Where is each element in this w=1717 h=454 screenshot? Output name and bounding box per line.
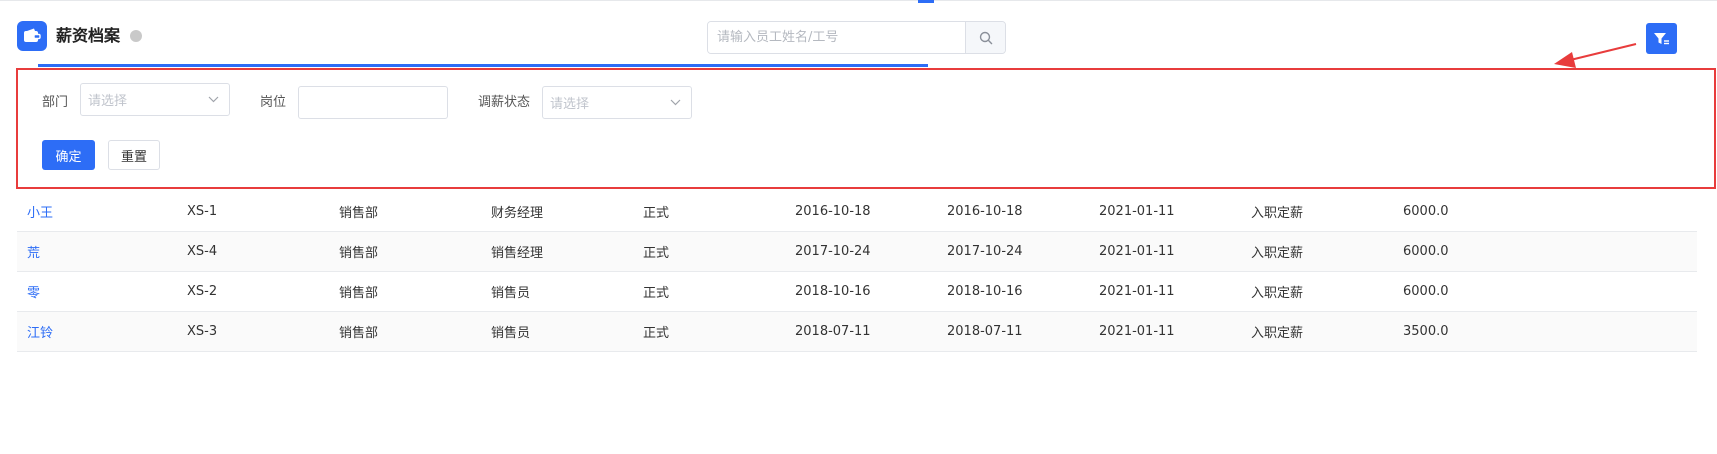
salary-archive-page: 薪资档案 部门 请选择 岗位 调薪状态 请选择 (0, 0, 1717, 454)
employment-type-cell: 正式 (643, 206, 670, 221)
salary-table: 小王 XS-1 销售部 财务经理 正式 2016-10-18 2016-10-18 2021-… (17, 192, 1697, 352)
search-button[interactable] (965, 22, 1005, 53)
status-dot-icon (130, 30, 142, 42)
confirm-button[interactable]: 确定 (42, 140, 95, 170)
adjust-status-select[interactable]: 请选择 (542, 86, 692, 119)
title-underline (38, 64, 928, 67)
hire-date-cell: 2018-10-16 (795, 284, 871, 299)
chevron-down-icon (208, 96, 219, 103)
position-cell: 销售经理 (491, 246, 544, 261)
hire-date-cell: 2017-10-24 (795, 244, 871, 259)
employee-name-link[interactable]: 荒 (17, 242, 177, 261)
annotation-arrow-icon (1554, 43, 1637, 68)
adjust-type-cell: 入职定薪 (1251, 206, 1304, 221)
adjust-status-select-placeholder: 请选择 (550, 97, 590, 112)
adjust-type-cell: 入职定薪 (1251, 286, 1304, 301)
position-input[interactable] (298, 86, 448, 119)
department-cell: 销售部 (339, 246, 379, 261)
adjust-type-cell: 入职定薪 (1251, 246, 1304, 261)
regular-date-cell: 2018-10-16 (947, 284, 1023, 299)
wallet-icon (17, 21, 47, 51)
department-cell: 销售部 (339, 326, 379, 341)
search-input[interactable] (708, 22, 965, 53)
table-row: 零 XS-2 销售部 销售员 正式 2018-10-16 2018-10-16 2021-01… (17, 272, 1697, 312)
employee-id-cell: XS-3 (187, 324, 218, 339)
annotation-highlight-box (16, 68, 1716, 189)
employee-id-cell: XS-2 (187, 284, 218, 299)
department-select[interactable]: 请选择 (80, 83, 230, 116)
filter-toggle-button[interactable] (1646, 23, 1677, 54)
employee-name-link[interactable]: 零 (17, 282, 177, 301)
reset-button[interactable]: 重置 (108, 140, 160, 170)
adjust-date-cell: 2021-01-11 (1099, 204, 1175, 219)
employment-type-cell: 正式 (643, 246, 670, 261)
department-select-placeholder: 请选择 (88, 94, 128, 109)
employee-name-link[interactable]: 小王 (17, 202, 177, 221)
employee-name-link[interactable]: 江铃 (17, 322, 177, 341)
regular-date-cell: 2016-10-18 (947, 204, 1023, 219)
regular-date-cell: 2017-10-24 (947, 244, 1023, 259)
position-cell: 销售员 (491, 326, 531, 341)
adjust-date-cell: 2021-01-11 (1099, 244, 1175, 259)
salary-amount-cell: 3500.0 (1403, 324, 1449, 339)
hire-date-cell: 2016-10-18 (795, 204, 871, 219)
salary-amount-cell: 6000.0 (1403, 284, 1449, 299)
hire-date-cell: 2018-07-11 (795, 324, 871, 339)
chevron-down-icon (670, 99, 681, 106)
position-label: 岗位 (260, 95, 287, 110)
table-row: 小王 XS-1 销售部 财务经理 正式 2016-10-18 2016-10-18 2021-… (17, 192, 1697, 232)
search-bar (707, 21, 1006, 54)
adjust-date-cell: 2021-01-11 (1099, 324, 1175, 339)
regular-date-cell: 2018-07-11 (947, 324, 1023, 339)
employee-id-cell: XS-4 (187, 244, 218, 259)
department-cell: 销售部 (339, 206, 379, 221)
department-label: 部门 (42, 95, 69, 110)
adjust-date-cell: 2021-01-11 (1099, 284, 1175, 299)
employment-type-cell: 正式 (643, 286, 670, 301)
search-icon (979, 31, 992, 44)
position-cell: 销售员 (491, 286, 531, 301)
salary-amount-cell: 6000.0 (1403, 204, 1449, 219)
filter-icon (1653, 32, 1669, 44)
table-row: 江铃 XS-3 销售部 销售员 正式 2018-07-11 2018-07-11 2021-0… (17, 312, 1697, 352)
department-cell: 销售部 (339, 286, 379, 301)
top-tab-indicator (918, 0, 934, 3)
salary-amount-cell: 6000.0 (1403, 244, 1449, 259)
page-title: 薪资档案 (56, 26, 121, 45)
table-row: 荒 XS-4 销售部 销售经理 正式 2017-10-24 2017-10-24 2021-0… (17, 232, 1697, 272)
adjust-status-label: 调薪状态 (478, 95, 531, 110)
employee-id-cell: XS-1 (187, 204, 218, 219)
adjust-type-cell: 入职定薪 (1251, 326, 1304, 341)
employment-type-cell: 正式 (643, 326, 670, 341)
position-cell: 财务经理 (491, 206, 544, 221)
top-divider (0, 0, 1717, 1)
